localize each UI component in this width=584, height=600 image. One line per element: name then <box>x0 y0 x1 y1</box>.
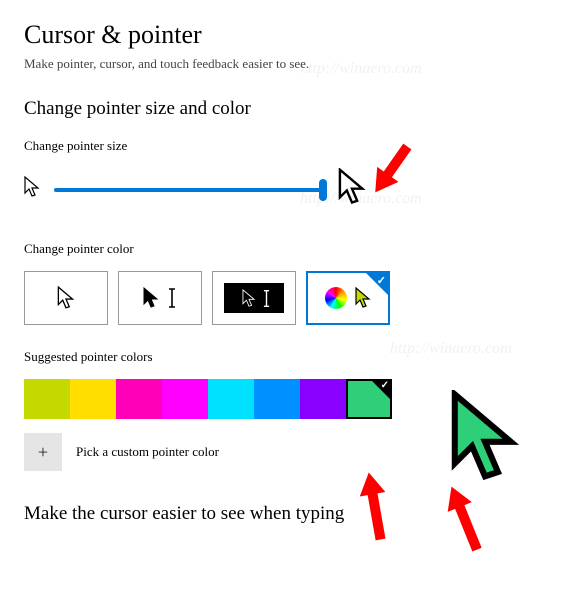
ibeam-black-icon <box>167 287 177 309</box>
swatch-2[interactable] <box>116 379 162 419</box>
page-title: Cursor & pointer <box>24 20 560 50</box>
pointer-color-options: ✓ <box>24 271 560 325</box>
section-heading-size-color: Change pointer size and color <box>24 98 560 120</box>
pick-custom-color-label: Pick a custom pointer color <box>76 444 219 460</box>
swatch-1[interactable] <box>70 379 116 419</box>
annotation-arrow-3 <box>430 480 500 560</box>
inverted-bg <box>224 283 284 313</box>
swatch-6[interactable] <box>300 379 346 419</box>
annotation-arrow-2 <box>340 468 410 548</box>
cursor-black-icon <box>143 287 159 309</box>
swatch-5[interactable] <box>254 379 300 419</box>
pointer-color-black[interactable] <box>118 271 202 325</box>
pointer-size-slider[interactable] <box>54 188 324 192</box>
swatch-4[interactable] <box>208 379 254 419</box>
annotation-arrow-1 <box>358 132 428 202</box>
cursor-icon-small <box>24 176 40 203</box>
pointer-color-custom[interactable]: ✓ <box>306 271 390 325</box>
label-pointer-color: Change pointer color <box>24 241 560 257</box>
label-pointer-size: Change pointer size <box>24 138 560 154</box>
swatch-3[interactable] <box>162 379 208 419</box>
pointer-color-white[interactable] <box>24 271 108 325</box>
check-icon: ✓ <box>377 274 386 287</box>
color-wheel-icon <box>325 287 347 309</box>
demo-green-cursor-icon <box>450 390 520 490</box>
swatch-7[interactable] <box>346 379 392 419</box>
swatch-0[interactable] <box>24 379 70 419</box>
cursor-white-icon <box>57 286 75 310</box>
label-suggested-colors: Suggested pointer colors <box>24 349 560 365</box>
page-subtitle: Make pointer, cursor, and touch feedback… <box>24 56 560 72</box>
pointer-size-row <box>24 168 560 211</box>
slider-thumb[interactable] <box>319 179 327 201</box>
ibeam-inv-icon <box>262 289 271 308</box>
cursor-inv-icon <box>242 289 256 308</box>
plus-icon[interactable]: + <box>24 433 62 471</box>
pointer-color-inverted[interactable] <box>212 271 296 325</box>
